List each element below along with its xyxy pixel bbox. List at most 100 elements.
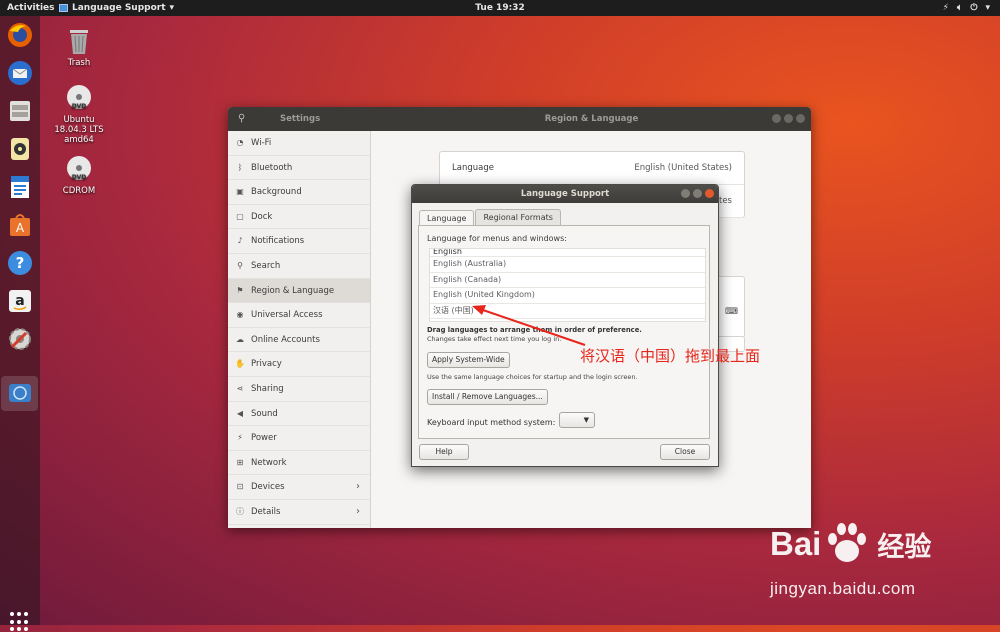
sidebar-item-label: Notifications [251, 236, 305, 247]
dock-icon: ▢ [236, 211, 244, 221]
annotation-arrow [472, 305, 586, 346]
sidebar-item-online-accounts[interactable]: ☁ Online Accounts [228, 328, 370, 353]
sidebar-item-wi-fi[interactable]: ◔ Wi-Fi [228, 131, 370, 156]
bell-icon: ♪ [237, 236, 243, 246]
close-button[interactable]: Close [660, 444, 710, 460]
system-tray[interactable]: ⚡ 🔈︎ ⏻ ▾ [943, 0, 990, 16]
background-icon: ▣ [236, 187, 244, 197]
settings-header: ⚲ Settings Region & Language [228, 107, 811, 131]
sidebar-item-universal-access[interactable]: ◉ Universal Access [228, 303, 370, 328]
sidebar-item-label: Search [251, 260, 281, 271]
watermark-url: jingyan.baidu.com [770, 579, 916, 598]
tab-language[interactable]: Language [419, 210, 475, 226]
maximize-icon[interactable] [784, 114, 793, 123]
svg-text:a: a [15, 293, 24, 309]
language-item[interactable]: English (Canada) [430, 273, 705, 288]
files-icon[interactable] [5, 96, 35, 126]
sidebar-item-power[interactable]: ⚡ Power [228, 426, 370, 451]
show-applications-button[interactable] [10, 612, 30, 632]
network-icon: ⊞ [236, 457, 244, 467]
sidebar-item-background[interactable]: ▣ Background [228, 180, 370, 205]
sidebar-item-network[interactable]: ⊞ Network [228, 451, 370, 476]
sidebar-item-label: Details [251, 506, 281, 517]
keyboard-input-label: Keyboard input method system: [427, 418, 556, 427]
power-icon: ⏻ [970, 3, 978, 13]
sidebar-item-label: Sharing [251, 383, 284, 394]
speaker-icon: ◀ [236, 408, 244, 418]
wifi-icon: ◔ [236, 138, 244, 147]
svg-text:A: A [16, 221, 25, 235]
close-icon[interactable] [705, 189, 714, 198]
language-support-icon[interactable] [5, 378, 35, 408]
language-row-label: Language [452, 163, 494, 173]
sidebar-item-search[interactable]: ⚲ Search [228, 254, 370, 279]
install-remove-languages-button[interactable]: Install / Remove Languages... [427, 389, 548, 405]
clock[interactable]: Tue 19:32 [0, 0, 1000, 16]
svg-text:DVD: DVD [72, 174, 87, 181]
minimize-icon[interactable] [681, 189, 690, 198]
baidu-watermark: Bai 经验 jingyan.baidu.com [770, 517, 995, 607]
desktop-icon-trash[interactable]: Trash [44, 27, 114, 68]
flag-icon: ⚑ [236, 285, 244, 295]
sidebar-item-label: Sound [251, 408, 278, 419]
rhythmbox-icon[interactable] [5, 134, 35, 164]
menus-label: Language for menus and windows: [427, 234, 567, 243]
thunderbird-icon[interactable] [5, 58, 35, 88]
devices-icon: ⊡ [236, 482, 244, 492]
minimize-icon[interactable] [772, 114, 781, 123]
accessibility-icon: ◉ [236, 310, 244, 320]
sidebar-item-label: Wi-Fi [251, 138, 272, 148]
desktop-icon-label: Trash [67, 58, 91, 68]
dvd-icon: DVD [66, 155, 92, 183]
keyboard-input-select[interactable]: ▼ [559, 412, 595, 428]
help-icon[interactable]: ? [5, 248, 35, 278]
keyboard-icon[interactable]: ⌨ [725, 307, 738, 317]
language-row-value: English (United States) [634, 163, 732, 173]
sidebar-item-label: Network [251, 457, 287, 468]
sidebar-item-sound[interactable]: ◀ Sound [228, 402, 370, 427]
watermark-jingyan-text: 经验 [877, 531, 932, 562]
desktop-icon-cdrom[interactable]: DVD CDROM [44, 155, 114, 196]
amazon-icon[interactable]: a [5, 286, 35, 316]
close-icon[interactable] [796, 114, 805, 123]
annotation-text: 将汉语（中国）拖到最上面 [580, 347, 761, 365]
sidebar-item-details[interactable]: ⓘ Details › [228, 500, 370, 525]
writer-icon[interactable] [5, 172, 35, 202]
language-item[interactable]: English [430, 249, 705, 257]
power-icon: ⚡ [237, 433, 243, 443]
sidebar-item-sharing[interactable]: ⋖ Sharing [228, 377, 370, 402]
dialog-titlebar: Language Support [412, 185, 718, 203]
maximize-icon[interactable] [693, 189, 702, 198]
chevron-right-icon: › [356, 505, 360, 517]
panel-title: Region & Language [544, 114, 639, 124]
bluetooth-icon: ᛒ [237, 162, 243, 172]
firefox-icon[interactable] [5, 20, 35, 50]
language-item[interactable]: English (Australia) [430, 257, 705, 273]
sidebar-item-label: Background [251, 187, 302, 198]
software-center-icon[interactable]: A [5, 210, 35, 240]
share-icon: ⋖ [236, 383, 244, 393]
tab-regional-formats[interactable]: Regional Formats [475, 209, 561, 225]
sidebar-item-notifications[interactable]: ♪ Notifications [228, 229, 370, 254]
sidebar-item-devices[interactable]: ⊡ Devices › [228, 475, 370, 500]
chevron-down-icon: ▾ [985, 3, 990, 13]
dialog-title: Language Support [520, 189, 610, 199]
help-button[interactable]: Help [419, 444, 469, 460]
network-icon: ⚡ [942, 3, 949, 13]
desktop-icon-label: CDROM [62, 186, 96, 196]
sidebar-item-label: Privacy [251, 359, 282, 370]
desktop-icon-ubuntu-dvd[interactable]: DVD Ubuntu 18.04.3 LTS amd64 [44, 84, 114, 145]
sidebar-item-privacy[interactable]: ✋ Privacy [228, 352, 370, 377]
sidebar-item-label: Bluetooth [251, 162, 293, 173]
settings-sidebar: ◔ Wi-Fi ᛒ Bluetooth ▣ Background ▢ Dock ♪ Notific… [228, 131, 371, 528]
sidebar-item-label: Region & Language [251, 285, 335, 296]
settings-icon[interactable] [5, 324, 35, 354]
chevron-right-icon: › [356, 481, 360, 493]
language-row[interactable]: Language English (United States) [440, 152, 744, 185]
trash-icon [66, 27, 92, 55]
sidebar-item-dock[interactable]: ▢ Dock [228, 205, 370, 230]
sidebar-item-bluetooth[interactable]: ᛒ Bluetooth [228, 156, 370, 181]
sidebar-item-region-language[interactable]: ⚑ Region & Language [228, 278, 370, 304]
info-icon: ⓘ [236, 506, 244, 516]
watermark-logo-text: Bai [770, 525, 822, 562]
